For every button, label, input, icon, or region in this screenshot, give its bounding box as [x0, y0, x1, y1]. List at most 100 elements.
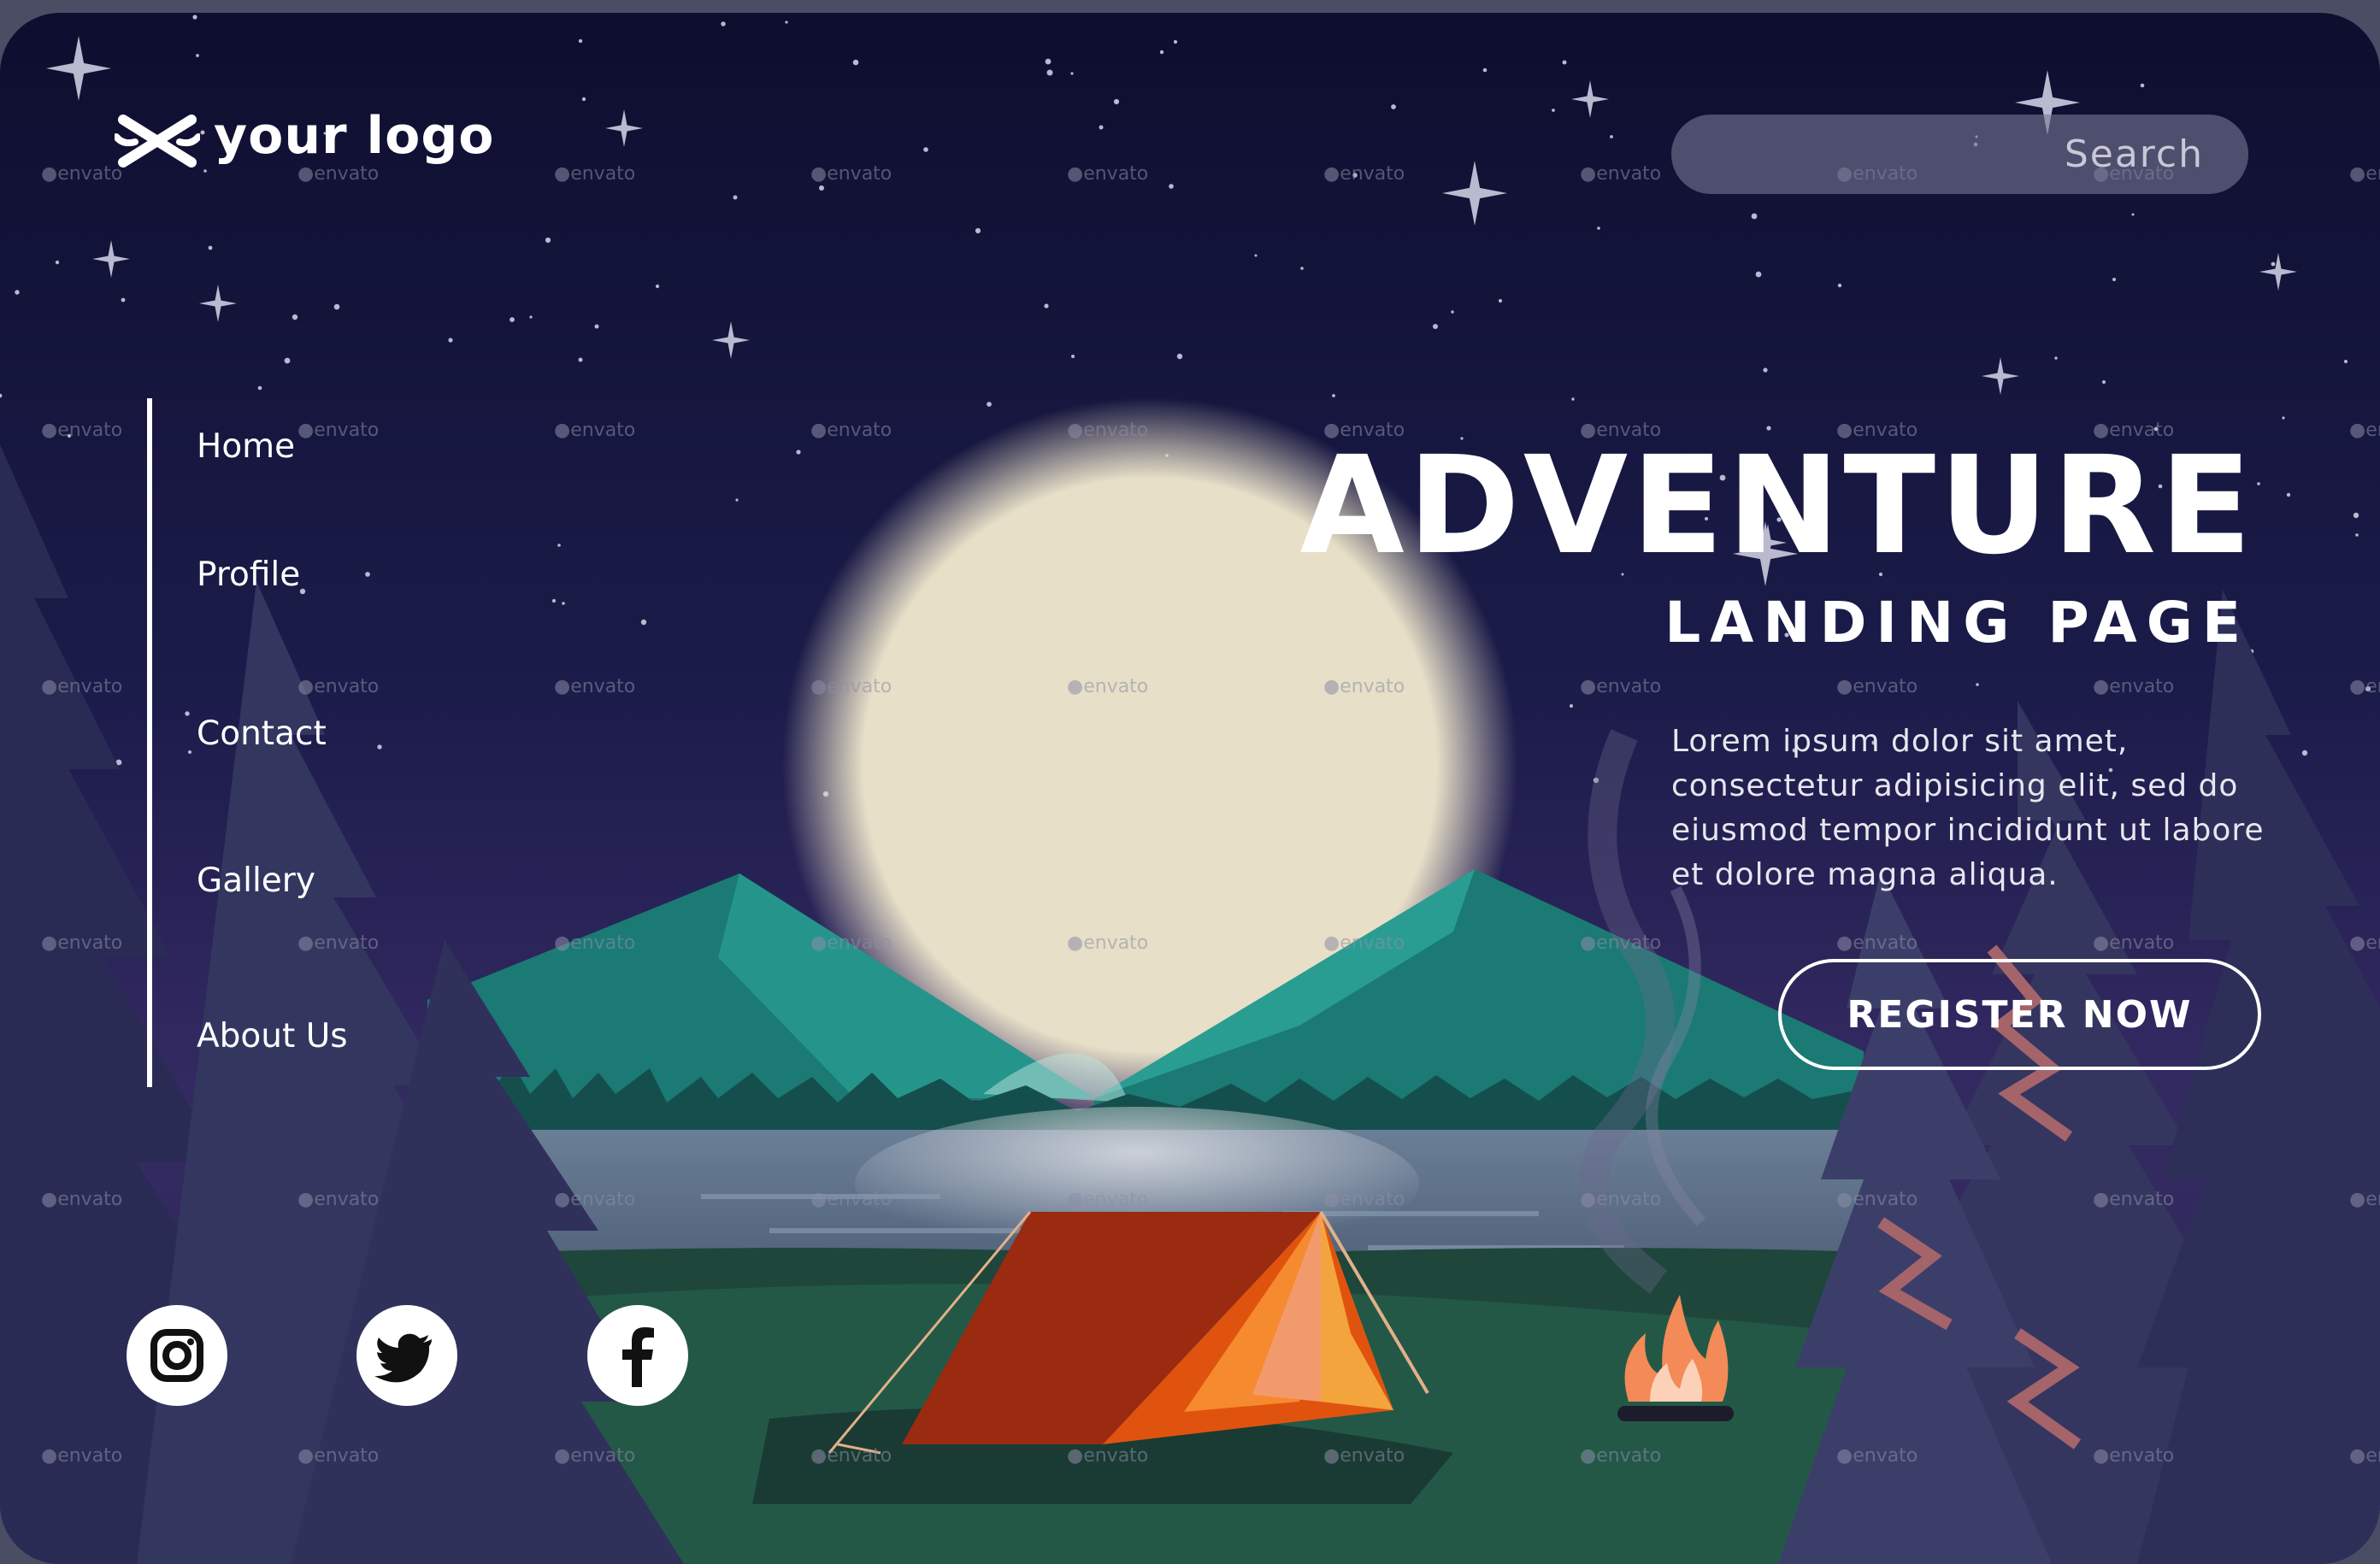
star-dot: [510, 317, 515, 322]
instagram-icon: [150, 1329, 203, 1382]
watermark-text: ●envato: [810, 420, 892, 441]
instagram-button[interactable]: [127, 1305, 227, 1406]
star-dot: [1837, 283, 1842, 288]
star-dot: [284, 357, 291, 364]
watermark-text: ●envato: [1836, 1445, 1918, 1467]
nav-item-home[interactable]: Home: [197, 427, 295, 466]
watermark-text: ●envato: [1836, 1189, 1918, 1210]
star-dot: [640, 619, 647, 626]
star-dot: [1610, 135, 1613, 138]
star-dot: [185, 711, 190, 716]
star-dot: [551, 598, 557, 603]
star-dot: [1044, 303, 1049, 309]
star-dot: [1763, 367, 1768, 373]
watermark-text: ●envato: [554, 1445, 635, 1467]
watermark-text: ●envato: [298, 1189, 379, 1210]
watermark-text: ●envato: [810, 932, 892, 954]
star-dot: [333, 303, 340, 310]
star-dot: [1498, 298, 1503, 303]
star-dot: [55, 260, 60, 265]
watermark-text: ●envato: [2349, 163, 2380, 185]
watermark-text: ●envato: [554, 676, 635, 697]
hero-subtitle: LANDING PAGE: [1664, 590, 2250, 656]
star-dot: [1482, 68, 1488, 73]
star-dot: [529, 315, 533, 319]
watermark-text: ●envato: [1323, 1445, 1405, 1467]
star-dot: [2301, 750, 2308, 756]
star-dot: [1300, 267, 1304, 270]
star-dot: [562, 602, 565, 605]
star-dot: [655, 284, 660, 289]
star-dot: [987, 402, 992, 407]
star-dot: [1391, 104, 1396, 109]
star-dot: [192, 15, 197, 20]
nav-item-gallery[interactable]: Gallery: [197, 861, 315, 900]
watermark-text: ●envato: [810, 676, 892, 697]
star-dot: [292, 314, 298, 320]
star-dot: [2271, 262, 2276, 267]
watermark-text: ●envato: [1580, 932, 1661, 954]
watermark-text: ●envato: [554, 932, 635, 954]
watermark-text: ●envato: [1067, 932, 1148, 954]
star-dot: [2353, 512, 2359, 519]
watermark-text: ●envato: [1836, 932, 1918, 954]
star-dot: [2286, 492, 2291, 497]
hero-title: ADVENTURE: [1299, 427, 2255, 585]
watermark-text: ●envato: [2093, 1189, 2174, 1210]
watermark-text: ●envato: [1067, 420, 1148, 441]
star-dot: [721, 21, 726, 26]
star-dot: [121, 297, 126, 303]
watermark-text: ●envato: [1323, 932, 1405, 954]
star-dot: [735, 498, 739, 502]
star-dot: [377, 744, 382, 750]
star-dot: [2282, 416, 2285, 420]
star-dot: [257, 385, 262, 391]
star-dot: [796, 450, 801, 455]
nav-item-profile[interactable]: Profile: [197, 556, 300, 594]
star-dot: [1571, 397, 1575, 401]
star-dot: [1254, 254, 1258, 257]
star-dot: [2112, 278, 2116, 281]
twitter-icon: [374, 1333, 432, 1383]
nav-item-contact[interactable]: Contact: [197, 714, 327, 753]
watermark-text: ●envato: [298, 1445, 379, 1467]
watermark-text: ●envato: [554, 420, 635, 441]
star-dot: [1159, 50, 1164, 55]
search-input[interactable]: [1671, 115, 2248, 194]
watermark-text: ●envato: [298, 676, 379, 697]
star-dot: [852, 59, 859, 66]
facebook-button[interactable]: [587, 1305, 688, 1406]
star-dot: [1597, 226, 1600, 230]
watermark-text: ●envato: [2093, 932, 2174, 954]
star-dot: [923, 147, 928, 152]
star-dot: [581, 97, 586, 102]
star-dot: [1173, 39, 1178, 44]
logo[interactable]: [113, 111, 202, 171]
twitter-button[interactable]: [356, 1305, 457, 1406]
watermark-text: ●envato: [1323, 676, 1405, 697]
star-dot: [2140, 83, 2145, 88]
logo-text[interactable]: your logo: [214, 106, 494, 166]
watermark-text: ●envato: [41, 932, 122, 954]
star-dot: [15, 290, 20, 295]
star-dot: [819, 185, 824, 191]
star-dot: [2355, 533, 2359, 537]
watermark-text: ●envato: [1323, 1189, 1405, 1210]
star-dot: [578, 357, 583, 362]
watermark-text: ●envato: [1580, 1445, 1661, 1467]
nav-item-about-us[interactable]: About Us: [197, 1017, 348, 1055]
watermark-text: ●envato: [1580, 1189, 1661, 1210]
watermark-text: ●envato: [41, 676, 122, 697]
star-dot: [1169, 184, 1174, 189]
watermark-text: ●envato: [1067, 1189, 1148, 1210]
star-dot: [2102, 380, 2106, 384]
watermark-text: ●envato: [298, 163, 379, 185]
watermark-text: ●envato: [298, 932, 379, 954]
watermark-text: ●envato: [2093, 1445, 2174, 1467]
star-dot: [1570, 704, 1573, 708]
watermark-text: ●envato: [2349, 932, 2380, 954]
register-now-button[interactable]: REGISTER NOW: [1778, 959, 2261, 1070]
watermark-text: ●envato: [1580, 676, 1661, 697]
watermark-text: ●envato: [1067, 1445, 1148, 1467]
watermark-text: ●envato: [810, 163, 892, 185]
